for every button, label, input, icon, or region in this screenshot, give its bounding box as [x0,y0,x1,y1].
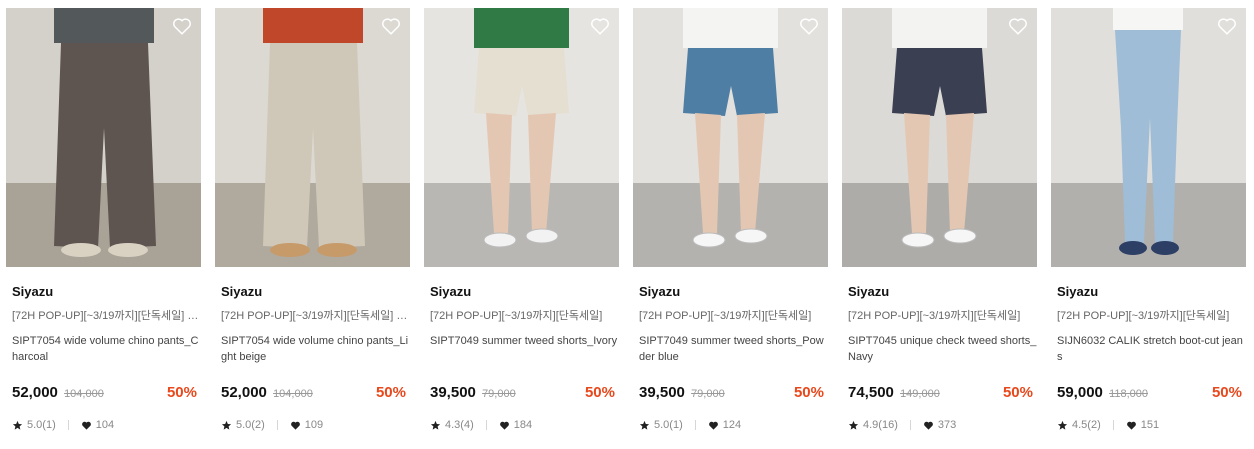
rating-text: 4.3(4) [445,419,474,431]
sale-price: 59,000 [1057,384,1103,401]
product-name[interactable]: SIJN6032 CALIK stretch boot-cut jeans [1057,333,1246,367]
product-card[interactable]: Siyazu [72H POP-UP][~3/19까지][단독세일] SIPT7… [215,8,410,448]
star-icon [430,420,441,431]
product-image[interactable] [215,8,410,267]
wishlist-heart-icon[interactable] [171,15,193,37]
heart-filled-icon [1126,420,1137,431]
rating-text: 5.0(2) [236,419,265,431]
rating-text: 4.9(16) [863,419,898,431]
wishlist-heart-icon[interactable] [1007,15,1029,37]
discount-rate: 50% [793,384,824,401]
sale-price: 52,000 [221,384,267,401]
brand-name[interactable]: Siyazu [639,284,680,299]
product-meta: 5.0(1) 124 [639,419,741,431]
star-icon [848,420,859,431]
price: 52,000 104,000 [12,384,104,401]
price: 74,500 149,000 [848,384,940,401]
product-name[interactable]: SIPT7049 summer tweed shorts_Powder blue [639,333,828,367]
product-image[interactable] [633,8,828,267]
product-name[interactable]: SIPT7054 wide volume chino pants_Charcoa… [12,333,201,367]
divider [485,420,487,430]
discount-rate: 50% [1002,384,1033,401]
product-meta: 4.5(2) 151 [1057,419,1159,431]
likes-count: 124 [722,419,742,431]
discount-rate: 50% [584,384,615,401]
promo-label[interactable]: [72H POP-UP][~3/19까지][단독세일] SIPT7054 wid… [221,309,410,323]
sale-price: 39,500 [639,384,685,401]
rating-text: 5.0(1) [27,419,56,431]
product-card[interactable]: Siyazu [72H POP-UP][~3/19까지][단독세일] SIPT7… [424,8,619,448]
promo-label[interactable]: [72H POP-UP][~3/19까지][단독세일] [848,309,1037,323]
product-card[interactable]: Siyazu [72H POP-UP][~3/19까지][단독세일] SIPT7… [633,8,828,448]
star-icon [1057,420,1068,431]
heart-filled-icon [81,420,92,431]
price: 52,000 104,000 [221,384,313,401]
product-meta: 4.3(4) 184 [430,419,532,431]
sale-price: 52,000 [12,384,58,401]
discount-rate: 50% [1211,384,1242,401]
product-image[interactable] [6,8,201,267]
product-grid: Siyazu [72H POP-UP][~3/19까지][단독세일] SIPT7… [6,8,1250,448]
original-price: 104,000 [64,388,104,400]
divider [276,420,278,430]
price: 59,000 118,000 [1057,384,1148,401]
product-image[interactable] [842,8,1037,267]
wishlist-heart-icon[interactable] [589,15,611,37]
discount-rate: 50% [166,384,197,401]
product-name[interactable]: SIPT7045 unique check tweed shorts_Navy [848,333,1037,367]
product-name[interactable]: SIPT7049 summer tweed shorts_Ivory [430,333,619,367]
product-image[interactable] [424,8,619,267]
sale-price: 39,500 [430,384,476,401]
wishlist-heart-icon[interactable] [798,15,820,37]
original-price: 118,000 [1109,388,1149,400]
divider [909,420,911,430]
heart-filled-icon [499,420,510,431]
price: 39,500 79,000 [430,384,516,401]
original-price: 79,000 [691,388,725,400]
discount-rate: 50% [375,384,406,401]
divider [694,420,696,430]
product-meta: 5.0(2) 109 [221,419,323,431]
likes-count: 184 [513,419,533,431]
likes-count: 104 [95,419,115,431]
sale-price: 74,500 [848,384,894,401]
likes-count: 109 [304,419,324,431]
wishlist-heart-icon[interactable] [380,15,402,37]
promo-label[interactable]: [72H POP-UP][~3/19까지][단독세일] [1057,309,1246,323]
star-icon [12,420,23,431]
brand-name[interactable]: Siyazu [221,284,262,299]
likes-count: 151 [1140,419,1160,431]
brand-name[interactable]: Siyazu [12,284,53,299]
promo-label[interactable]: [72H POP-UP][~3/19까지][단독세일] SIPT7054 wid… [12,309,201,323]
rating-text: 4.5(2) [1072,419,1101,431]
star-icon [639,420,650,431]
star-icon [221,420,232,431]
original-price: 149,000 [900,388,940,400]
price: 39,500 79,000 [639,384,725,401]
divider [1112,420,1114,430]
product-meta: 5.0(1) 104 [12,419,114,431]
brand-name[interactable]: Siyazu [848,284,889,299]
heart-filled-icon [923,420,934,431]
original-price: 79,000 [482,388,516,400]
likes-count: 373 [937,419,957,431]
original-price: 104,000 [273,388,313,400]
product-image[interactable] [1051,8,1246,267]
heart-filled-icon [708,420,719,431]
product-name[interactable]: SIPT7054 wide volume chino pants_Light b… [221,333,410,367]
rating-text: 5.0(1) [654,419,683,431]
heart-filled-icon [290,420,301,431]
product-card[interactable]: Siyazu [72H POP-UP][~3/19까지][단독세일] SIJN6… [1051,8,1246,448]
promo-label[interactable]: [72H POP-UP][~3/19까지][단독세일] [639,309,828,323]
brand-name[interactable]: Siyazu [430,284,471,299]
product-card[interactable]: Siyazu [72H POP-UP][~3/19까지][단독세일] SIPT7… [6,8,201,448]
promo-label[interactable]: [72H POP-UP][~3/19까지][단독세일] [430,309,619,323]
divider [67,420,69,430]
brand-name[interactable]: Siyazu [1057,284,1098,299]
wishlist-heart-icon[interactable] [1216,15,1238,37]
product-meta: 4.9(16) 373 [848,419,956,431]
product-card[interactable]: Siyazu [72H POP-UP][~3/19까지][단독세일] SIPT7… [842,8,1037,448]
